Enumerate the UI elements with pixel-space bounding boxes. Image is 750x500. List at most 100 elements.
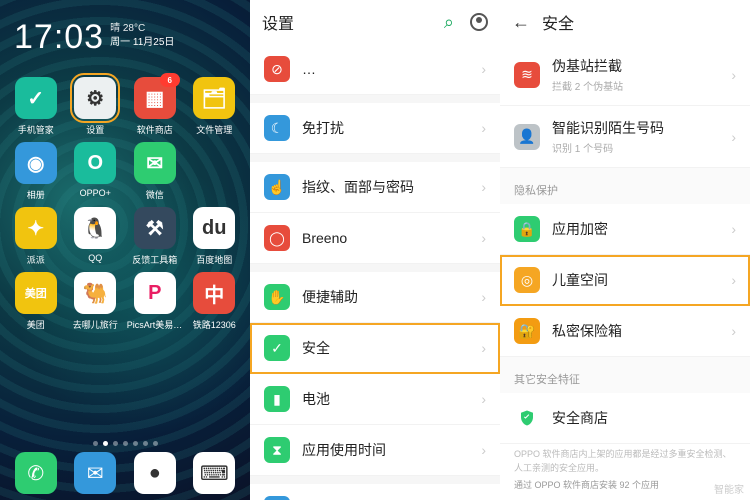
chevron-right-icon: › [731,272,736,288]
settings-list: ⊘…›☾免打扰›☝指纹、面部与密码›◯Breeno›✋便捷辅助›✓安全›▮电池›… [250,44,500,500]
row-icon: ◎ [514,267,540,293]
settings-row[interactable]: ⧗应用使用时间› [250,425,500,476]
app-label: 美团 [27,318,45,331]
row-icon: ▮ [264,386,290,412]
app-label: PicsArt美易照… [127,318,183,331]
chevron-right-icon: › [731,129,736,145]
account-icon[interactable] [470,13,488,31]
row-label: Breeno [302,230,481,246]
chevron-right-icon: › [481,120,486,136]
app-软件商店[interactable]: ▦软件商店 [125,77,185,136]
row-icon: 🌐 [264,496,290,500]
app-icon: 中 [193,272,235,314]
security-top-list: ≋伪基站拦截拦截 2 个伪基站›👤智能识别陌生号码识别 1 个号码› [500,44,750,168]
chevron-right-icon: › [481,442,486,458]
row-label: 应用使用时间 [302,440,481,460]
app-QQ[interactable]: 🐧QQ [66,207,126,266]
settings-row[interactable]: ✓安全› [250,323,500,374]
app-PicsArt美易照…[interactable]: P PicsArt美易照… [125,272,185,331]
security-row[interactable]: 🔐 私密保险箱› [500,306,750,357]
app-反馈工具箱[interactable]: ⚒ 反馈工具箱 [125,207,185,266]
app-label: 文件管理 [196,123,232,136]
app-label: 设置 [86,123,104,136]
security-row[interactable]: 🔒应用加密› [500,204,750,255]
row-icon: ☝ [264,174,290,200]
row-icon: 🔒 [514,216,540,242]
app-设置[interactable]: ⚙ 设置 [66,77,126,136]
store-desc: OPPO 软件商店内上架的应用都是经过多重安全检测、人工亲测的安全应用。 通过 … [500,444,750,500]
row-icon: ⊘ [264,56,290,82]
settings-row[interactable]: ⊘…› [250,44,500,95]
row-icon: ◯ [264,225,290,251]
security-row[interactable]: ≋伪基站拦截拦截 2 个伪基站› [500,44,750,106]
dock-icon[interactable]: ⌨ [193,452,235,494]
clock: 17:03 [14,18,104,57]
chevron-right-icon: › [481,391,486,407]
app-icon: O [74,142,116,184]
row-icon: 👤 [514,124,540,150]
chevron-right-icon: › [481,61,486,77]
app-label: 百度地图 [196,253,232,266]
app-icon: 🐫 [74,272,116,314]
settings-row[interactable]: ☾ 免打扰› [250,103,500,154]
chevron-right-icon: › [481,179,486,195]
row-icon: ≋ [514,62,540,88]
app-铁路12306[interactable]: 中铁路12306 [185,272,245,331]
settings-row[interactable]: ☝ 指纹、面部与密码› [250,162,500,213]
app-派派[interactable]: ✦派派 [6,207,66,266]
app-label: 派派 [27,253,45,266]
settings-panel: 设置 ⌕ ⊘…›☾免打扰›☝指纹、面部与密码›◯Breeno›✋便捷辅助›✓安全… [250,0,500,500]
app-文件管理[interactable]: 🗂 文件管理 [185,77,245,136]
row-icon: ☾ [264,115,290,141]
app-微信[interactable]: ✉微信 [125,142,185,201]
settings-header: 设置 ⌕ [250,0,500,44]
watermark: 智能家 [714,481,744,496]
app-icon: ⚙ [74,77,116,119]
dock-icon[interactable]: ● [134,452,176,494]
app-相册[interactable]: ◉相册 [6,142,66,201]
status-info: 晴 28°C 周一 11月25日 [110,18,174,50]
dock-icon[interactable]: ✆ [15,452,57,494]
app-去哪儿旅行[interactable]: 🐫去哪儿旅行 [66,272,126,331]
app-icon: ⚒ [134,207,176,249]
chevron-right-icon: › [731,323,736,339]
app-手机管家[interactable]: ✓手机管家 [6,77,66,136]
row-label: 便捷辅助 [302,287,481,307]
row-secure-store[interactable]: 安全商店 [500,393,750,444]
back-icon[interactable]: ← [512,12,530,33]
dock-icon[interactable]: ✉ [74,452,116,494]
security-row[interactable]: ◎儿童空间› [500,255,750,306]
row-label: 私密保险箱 [552,321,731,341]
settings-row[interactable]: 🌐语言简体中文› [250,484,500,500]
row-icon: 🔐 [514,318,540,344]
security-title: 安全 [542,10,574,34]
app-icon: ◉ [15,142,57,184]
app-美团[interactable]: 美团美团 [6,272,66,331]
security-row[interactable]: 👤智能识别陌生号码识别 1 个号码› [500,106,750,168]
app-icon: P [134,272,176,314]
app-百度地图[interactable]: du百度地图 [185,207,245,266]
row-label: 指纹、面部与密码 [302,177,481,197]
store-label: 安全商店 [552,408,736,428]
security-mid-list: 🔒应用加密›◎儿童空间›🔐私密保险箱› [500,204,750,357]
search-icon[interactable]: ⌕ [444,12,454,33]
app-icon: ▦ [134,77,176,119]
app-OPPO+[interactable]: O OPPO+ [66,142,126,201]
app-label: OPPO+ [80,188,111,198]
app-empty [185,142,245,201]
security-panel: ← 安全 ≋伪基站拦截拦截 2 个伪基站›👤智能识别陌生号码识别 1 个号码› … [500,0,750,500]
settings-row[interactable]: ✋ 便捷辅助› [250,272,500,323]
chevron-right-icon: › [481,289,486,305]
app-icon [193,142,235,184]
settings-row[interactable]: ◯Breeno› [250,213,500,264]
app-icon: 🐧 [74,207,116,249]
app-label: 微信 [146,188,164,201]
app-label: 反馈工具箱 [132,253,177,266]
app-icon: 🗂 [193,77,235,119]
settings-row[interactable]: ▮电池› [250,374,500,425]
row-sublabel: 拦截 2 个伪基站 [552,78,731,93]
row-sublabel: 识别 1 个号码 [552,140,731,155]
row-icon: ✋ [264,284,290,310]
row-label: 免打扰 [302,118,481,138]
app-icon: 美团 [15,272,57,314]
